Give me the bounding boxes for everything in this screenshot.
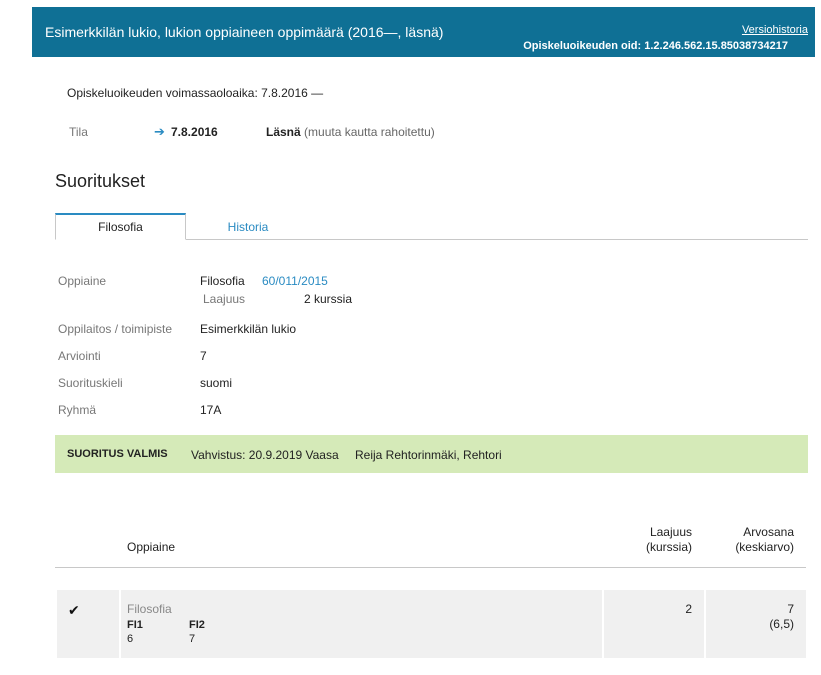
row-subject: Filosofia bbox=[127, 602, 172, 616]
completion-status: SUORITUS VALMIS bbox=[67, 448, 168, 460]
arviointi-label: Arviointi bbox=[58, 349, 101, 363]
oppiaine-label: Oppiaine bbox=[58, 274, 107, 288]
checkmark-icon: ✔ bbox=[68, 602, 80, 618]
column-header-arvosana-line1: Arvosana bbox=[743, 525, 794, 539]
suorituskieli-label: Suorituskieli bbox=[58, 376, 123, 390]
suorituskieli-value: suomi bbox=[200, 376, 233, 390]
table-row-laajuus-cell bbox=[604, 590, 704, 658]
version-history-link[interactable]: Versiohistoria bbox=[742, 24, 808, 36]
page-header: Esimerkkilän lukio, lukion oppiaineen op… bbox=[32, 7, 815, 57]
row-laajuus: 2 bbox=[685, 602, 692, 616]
column-header-laajuus: Laajuus (kurssia) bbox=[600, 525, 692, 555]
tila-funding: (muuta kautta rahoitettu) bbox=[304, 125, 435, 139]
course-code[interactable]: FI2 bbox=[189, 619, 205, 631]
tila-date: 7.8.2016 bbox=[171, 125, 218, 139]
confirmation-person: Reija Rehtorinmäki, Rehtori bbox=[355, 448, 502, 462]
laajuus-label: Laajuus bbox=[203, 292, 246, 306]
oppilaitos-label: Oppilaitos / toimipiste bbox=[58, 322, 173, 336]
column-header-laajuus-line2: (kurssia) bbox=[645, 540, 692, 554]
course-grade: 7 bbox=[189, 633, 196, 645]
course-grade: 6 bbox=[127, 633, 134, 645]
column-header-arvosana: Arvosana (keskiarvo) bbox=[700, 525, 794, 555]
row-keskiarvo: (6,5) bbox=[769, 617, 794, 631]
tila-status: Läsnä (muuta kautta rahoitettu) bbox=[266, 125, 435, 139]
confirmation-date: Vahvistus: 20.9.2019 Vaasa bbox=[191, 448, 339, 462]
diaarinumero-link[interactable]: 60/011/2015 bbox=[262, 274, 328, 288]
oppilaitos-value: Esimerkkilän lukio bbox=[200, 322, 297, 336]
oppiaine-value: Filosofia bbox=[200, 274, 245, 288]
ryhma-label: Ryhmä bbox=[58, 403, 97, 417]
validity-period: Opiskeluoikeuden voimassaoloaika: 7.8.20… bbox=[67, 86, 324, 100]
table-header-divider bbox=[55, 567, 806, 568]
tab-historia[interactable]: Historia bbox=[186, 213, 310, 240]
laajuus-value: 2 kurssia bbox=[304, 292, 353, 306]
tab-filosofia[interactable]: Filosofia bbox=[55, 213, 186, 240]
completion-status-bar: SUORITUS VALMIS Vahvistus: 20.9.2019 Vaa… bbox=[55, 435, 808, 473]
section-title: Suoritukset bbox=[55, 171, 146, 191]
column-header-arvosana-line2: (keskiarvo) bbox=[735, 540, 794, 554]
arrow-right-icon: ➔ bbox=[154, 124, 165, 139]
arviointi-value: 7 bbox=[200, 349, 207, 363]
ryhma-value: 17A bbox=[200, 403, 222, 417]
row-arvosana-value: 7 bbox=[787, 602, 794, 616]
tila-status-value: Läsnä bbox=[266, 125, 301, 139]
table-row-check-cell bbox=[57, 590, 119, 658]
column-header-laajuus-line1: Laajuus bbox=[649, 525, 692, 539]
row-arvosana: 7 (6,5) bbox=[706, 602, 794, 632]
oid-text: Opiskeluoikeuden oid: 1.2.246.562.15.850… bbox=[523, 40, 788, 52]
page-title: Esimerkkilän lukio, lukion oppiaineen op… bbox=[45, 24, 444, 40]
column-header-oppiaine: Oppiaine bbox=[127, 540, 176, 554]
tila-label: Tila bbox=[69, 125, 88, 139]
course-code[interactable]: FI1 bbox=[127, 619, 143, 631]
